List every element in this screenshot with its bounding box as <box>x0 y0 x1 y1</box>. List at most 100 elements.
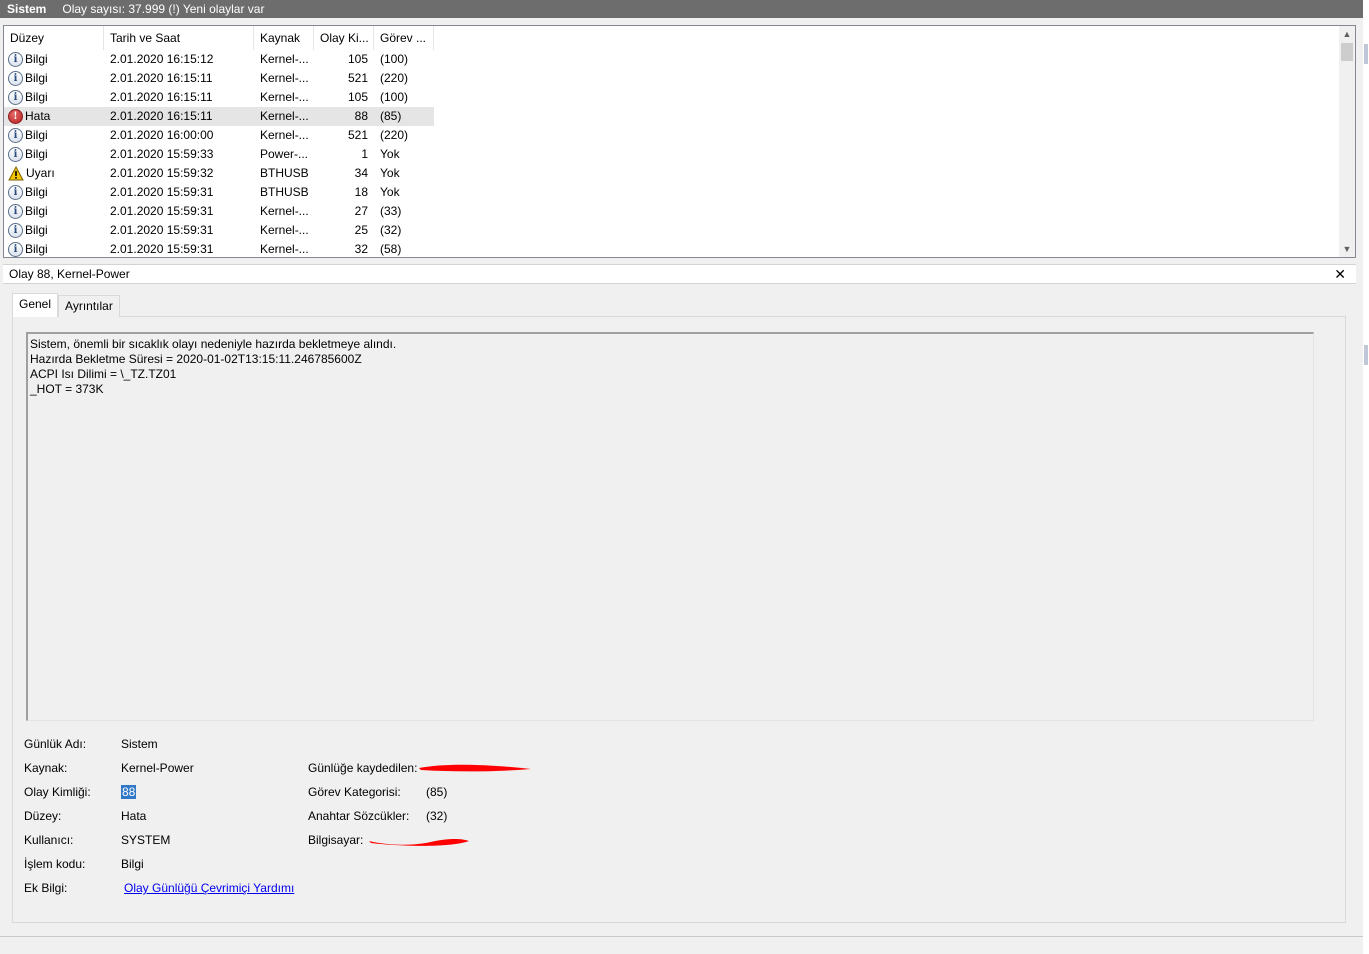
event-detail-title: Olay 88, Kernel-Power <box>9 267 130 281</box>
tab-details[interactable]: Ayrıntılar <box>58 295 120 317</box>
table-row[interactable]: i Bilgi 2.01.2020 16:15:11 Kernel-... 521 (22… <box>4 69 434 88</box>
cell-level: i Bilgi <box>4 88 104 107</box>
level-value: Hata <box>121 809 147 823</box>
event-list-header: Düzey Tarih ve Saat Kaynak Olay Ki... Gö… <box>4 26 434 50</box>
event-detail-title-bar: Olay 88, Kernel-Power ✕ <box>3 264 1356 284</box>
cell-event-id: 32 <box>354 242 368 256</box>
user-label: Kullanıcı: <box>24 833 74 847</box>
description-line: ACPI Isı Dilimi = \_TZ.TZ01 <box>30 367 177 381</box>
error-icon: ! <box>8 109 23 124</box>
online-help-link[interactable]: Olay Günlüğü Çevrimiçi Yardımı <box>124 880 294 896</box>
cell-event-id: 105 <box>347 52 368 66</box>
table-row[interactable]: i Bilgi 2.01.2020 15:59:33 Power-... 1 Yok <box>4 145 434 164</box>
tab-general[interactable]: Genel <box>12 293 59 317</box>
cell-level: i Bilgi <box>4 69 104 88</box>
cell-date: 2.01.2020 16:15:11 <box>110 71 213 85</box>
description-line: _HOT = 373K <box>30 382 104 396</box>
cell-level: i Bilgi <box>4 202 104 221</box>
edge-marker <box>1364 44 1368 64</box>
table-row[interactable]: i Bilgi 2.01.2020 15:59:31 Kernel-... 25 (32) <box>4 221 434 240</box>
cell-date: 2.01.2020 15:59:31 <box>110 204 214 218</box>
column-header-source[interactable]: Kaynak <box>254 26 314 50</box>
cell-event-id: 521 <box>347 128 368 142</box>
cell-event-id: 25 <box>354 223 368 237</box>
table-row[interactable]: i Bilgi 2.01.2020 16:00:00 Kernel-... 521 (22… <box>4 126 434 145</box>
cell-task: (33) <box>380 204 402 218</box>
status-bar <box>0 936 1369 954</box>
opcode-value: Bilgi <box>121 857 144 871</box>
level-text: Bilgi <box>25 71 48 85</box>
scroll-down-icon[interactable]: ▼ <box>1339 241 1355 257</box>
table-row[interactable]: i Bilgi 2.01.2020 15:59:31 BTHUSB 18 Yok <box>4 183 434 202</box>
info-icon: i <box>8 223 23 238</box>
info-icon: i <box>8 242 23 257</box>
table-row[interactable]: ! Hata 2.01.2020 16:15:11 Kernel-... 88 (85) <box>4 107 434 126</box>
redaction-mark-computer-name <box>369 838 469 846</box>
column-header-date[interactable]: Tarih ve Saat <box>104 26 254 50</box>
cell-task: (220) <box>380 71 409 85</box>
cell-event-id: 18 <box>354 185 368 199</box>
right-edge <box>1363 0 1369 954</box>
level-text: Bilgi <box>25 242 48 256</box>
event-id-value[interactable]: 88 <box>121 784 137 800</box>
cell-task: Yok <box>380 185 400 199</box>
description-line: Sistem, önemli bir sıcaklık olayı nedeni… <box>30 337 397 351</box>
cell-source: Power-... <box>260 147 309 161</box>
detail-tabs: Genel Ayrıntılar <box>12 293 120 317</box>
cell-source: Kernel-... <box>260 90 309 104</box>
info-icon: i <box>8 128 23 143</box>
column-header-task[interactable]: Görev ... <box>374 26 434 50</box>
info-icon: i <box>8 52 23 67</box>
task-category-value: (85) <box>426 785 448 799</box>
cell-task: (32) <box>380 223 402 237</box>
table-row[interactable]: Uyarı 2.01.2020 15:59:32 BTHUSB 34 Yok <box>4 164 434 183</box>
cell-task: (100) <box>380 90 409 104</box>
cell-date: 2.01.2020 15:59:33 <box>110 147 214 161</box>
cell-event-id: 88 <box>354 109 368 123</box>
cell-event-id: 105 <box>347 90 368 104</box>
scroll-thumb[interactable] <box>1341 43 1353 61</box>
table-row[interactable]: i Bilgi 2.01.2020 16:15:12 Kernel-... 105 (10… <box>4 50 434 69</box>
cell-date: 2.01.2020 15:59:31 <box>110 185 214 199</box>
cell-task: (85) <box>380 109 402 123</box>
cell-event-id: 521 <box>347 71 368 85</box>
cell-date: 2.01.2020 16:15:11 <box>110 90 213 104</box>
description-line: Hazırda Bekletme Süresi = 2020-01-02T13:… <box>30 352 362 366</box>
cell-source: Kernel-... <box>260 128 309 142</box>
user-value: SYSTEM <box>121 833 171 847</box>
cell-source: Kernel-... <box>260 204 309 218</box>
level-text: Bilgi <box>25 204 48 218</box>
close-icon[interactable]: ✕ <box>1334 266 1346 283</box>
cell-date: 2.01.2020 15:59:31 <box>110 242 214 256</box>
table-row[interactable]: i Bilgi 2.01.2020 15:59:31 Kernel-... 32 (58) <box>4 240 434 257</box>
cell-level: i Bilgi <box>4 145 104 164</box>
scroll-up-icon[interactable]: ▲ <box>1339 26 1355 42</box>
header-title: Sistem <box>7 2 47 16</box>
event-list-scrollbar[interactable]: ▲ ▼ <box>1339 26 1355 257</box>
event-count-status: Olay sayısı: 37.999 (!) Yeni olaylar var <box>62 2 265 16</box>
info-icon: i <box>8 90 23 105</box>
column-header-level[interactable]: Düzey <box>4 26 104 50</box>
event-description[interactable]: Sistem, önemli bir sıcaklık olayı nedeni… <box>26 332 1314 721</box>
info-icon: i <box>8 204 23 219</box>
event-list[interactable]: Düzey Tarih ve Saat Kaynak Olay Ki... Gö… <box>3 25 1356 258</box>
redaction-mark-logged-date <box>419 764 531 772</box>
source-label: Kaynak: <box>24 761 68 775</box>
cell-level: i Bilgi <box>4 221 104 240</box>
cell-source: BTHUSB <box>260 166 309 180</box>
column-header-event-id[interactable]: Olay Ki... <box>314 26 374 50</box>
level-label: Düzey: <box>24 809 62 823</box>
cell-task: Yok <box>380 147 400 161</box>
warning-icon <box>8 166 24 181</box>
window-header: Sistem Olay sayısı: 37.999 (!) Yeni olay… <box>0 0 1369 18</box>
computer-label: Bilgisayar: <box>308 833 364 847</box>
cell-source: Kernel-... <box>260 71 309 85</box>
table-row[interactable]: i Bilgi 2.01.2020 16:15:11 Kernel-... 105 (10… <box>4 88 434 107</box>
cell-task: (100) <box>380 52 409 66</box>
opcode-label: İşlem kodu: <box>24 857 86 871</box>
source-value: Kernel-Power <box>121 761 194 775</box>
level-text: Hata <box>25 109 51 123</box>
event-id-selection[interactable]: 88 <box>121 785 137 799</box>
table-row[interactable]: i Bilgi 2.01.2020 15:59:31 Kernel-... 27 (33) <box>4 202 434 221</box>
level-text: Bilgi <box>25 128 48 142</box>
